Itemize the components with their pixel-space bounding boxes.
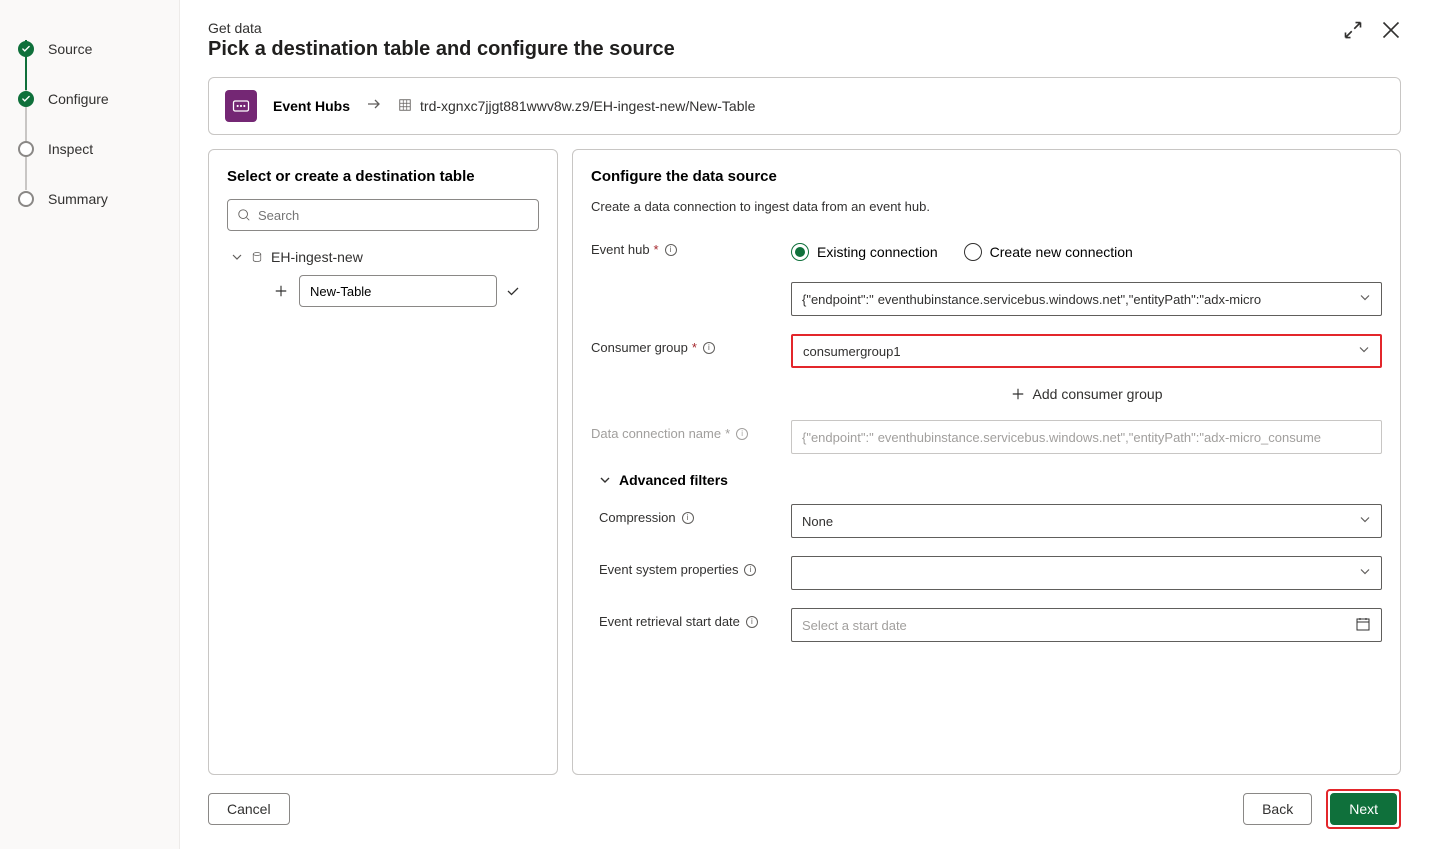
info-icon[interactable]: i: [746, 616, 758, 628]
step-configure[interactable]: Configure: [18, 74, 161, 124]
right-panel-title: Configure the data source: [591, 168, 1382, 185]
expand-icon[interactable]: [1343, 20, 1363, 40]
info-icon[interactable]: i: [744, 564, 756, 576]
configure-source-panel: Configure the data source Create a data …: [572, 149, 1401, 775]
start-date-label: Event retrieval start datei: [599, 608, 791, 629]
chevron-down-icon: [599, 474, 611, 486]
step-summary[interactable]: Summary: [18, 174, 161, 224]
connection-select[interactable]: {"endpoint":" eventhubinstance.servicebu…: [791, 282, 1382, 316]
existing-connection-radio[interactable]: Existing connection: [791, 243, 938, 261]
checkmark-icon: [18, 91, 34, 107]
consumer-group-label: Consumer group*i: [591, 334, 791, 355]
search-input[interactable]: [227, 199, 539, 231]
source-name: Event Hubs: [273, 98, 350, 114]
wizard-stepper: Source Configure Inspect Summary: [0, 0, 180, 849]
checkmark-icon: [18, 41, 34, 57]
destination-path: trd-xgnxc7jjgt881wwv8w.z9/EH-ingest-new/…: [420, 98, 755, 114]
table-icon: [398, 98, 412, 115]
footer: Cancel Back Next: [208, 775, 1401, 849]
step-inspect[interactable]: Inspect: [18, 124, 161, 174]
step-label: Inspect: [48, 141, 93, 157]
page-title: Pick a destination table and configure t…: [208, 38, 675, 61]
data-connection-name-label: Data connection name *i: [591, 420, 791, 441]
info-icon[interactable]: i: [703, 342, 715, 354]
create-new-connection-radio[interactable]: Create new connection: [964, 243, 1133, 261]
left-panel-title: Select or create a destination table: [227, 168, 539, 185]
plus-icon: [1011, 387, 1025, 401]
calendar-icon: [1355, 616, 1371, 635]
chevron-down-icon: [1359, 292, 1371, 307]
select-table-panel: Select or create a destination table EH-…: [208, 149, 558, 775]
next-button-highlight: Next: [1326, 789, 1401, 829]
step-source[interactable]: Source: [18, 24, 161, 74]
start-date-picker[interactable]: Select a start date: [791, 608, 1382, 642]
chevron-down-icon: [1359, 514, 1371, 529]
db-name: EH-ingest-new: [271, 249, 363, 265]
add-table-button[interactable]: [271, 281, 291, 301]
event-hub-icon: [225, 90, 257, 122]
info-icon[interactable]: i: [682, 512, 694, 524]
database-icon: [251, 251, 263, 263]
cancel-button[interactable]: Cancel: [208, 793, 290, 825]
empty-circle-icon: [18, 141, 34, 157]
advanced-filters-toggle[interactable]: Advanced filters: [599, 472, 1382, 488]
chevron-down-icon: [1359, 566, 1371, 581]
event-system-properties-select[interactable]: [791, 556, 1382, 590]
radio-selected-icon: [791, 243, 809, 261]
info-icon[interactable]: i: [665, 244, 677, 256]
arrow-right-icon: [366, 96, 382, 117]
chevron-down-icon: [231, 251, 243, 263]
data-connection-name-field: {"endpoint":" eventhubinstance.servicebu…: [791, 420, 1382, 454]
close-icon[interactable]: [1381, 20, 1401, 40]
info-icon[interactable]: i: [736, 428, 748, 440]
radio-unselected-icon: [964, 243, 982, 261]
back-button[interactable]: Back: [1243, 793, 1312, 825]
new-table-input[interactable]: [299, 275, 497, 307]
main-content: Get data Pick a destination table and co…: [180, 0, 1429, 849]
event-system-properties-label: Event system propertiesi: [599, 556, 791, 577]
tree-database-node[interactable]: EH-ingest-new: [227, 249, 539, 265]
step-label: Source: [48, 41, 92, 57]
next-button[interactable]: Next: [1330, 793, 1397, 825]
event-hub-label: Event hub*i: [591, 236, 791, 257]
add-consumer-group-button[interactable]: Add consumer group: [791, 386, 1382, 402]
chevron-down-icon: [1358, 344, 1370, 359]
compression-label: Compressioni: [599, 504, 791, 525]
step-label: Configure: [48, 91, 109, 107]
breadcrumb: Event Hubs trd-xgnxc7jjgt881wwv8w.z9/EH-…: [208, 77, 1401, 135]
consumer-group-select[interactable]: consumergroup1: [791, 334, 1382, 368]
page-pretitle: Get data: [208, 20, 675, 36]
compression-select[interactable]: None: [791, 504, 1382, 538]
search-icon: [237, 208, 251, 222]
step-label: Summary: [48, 191, 108, 207]
confirm-table-button[interactable]: [505, 283, 521, 299]
header-row: Get data Pick a destination table and co…: [208, 20, 1401, 61]
empty-circle-icon: [18, 191, 34, 207]
right-panel-subtitle: Create a data connection to ingest data …: [591, 199, 1382, 214]
